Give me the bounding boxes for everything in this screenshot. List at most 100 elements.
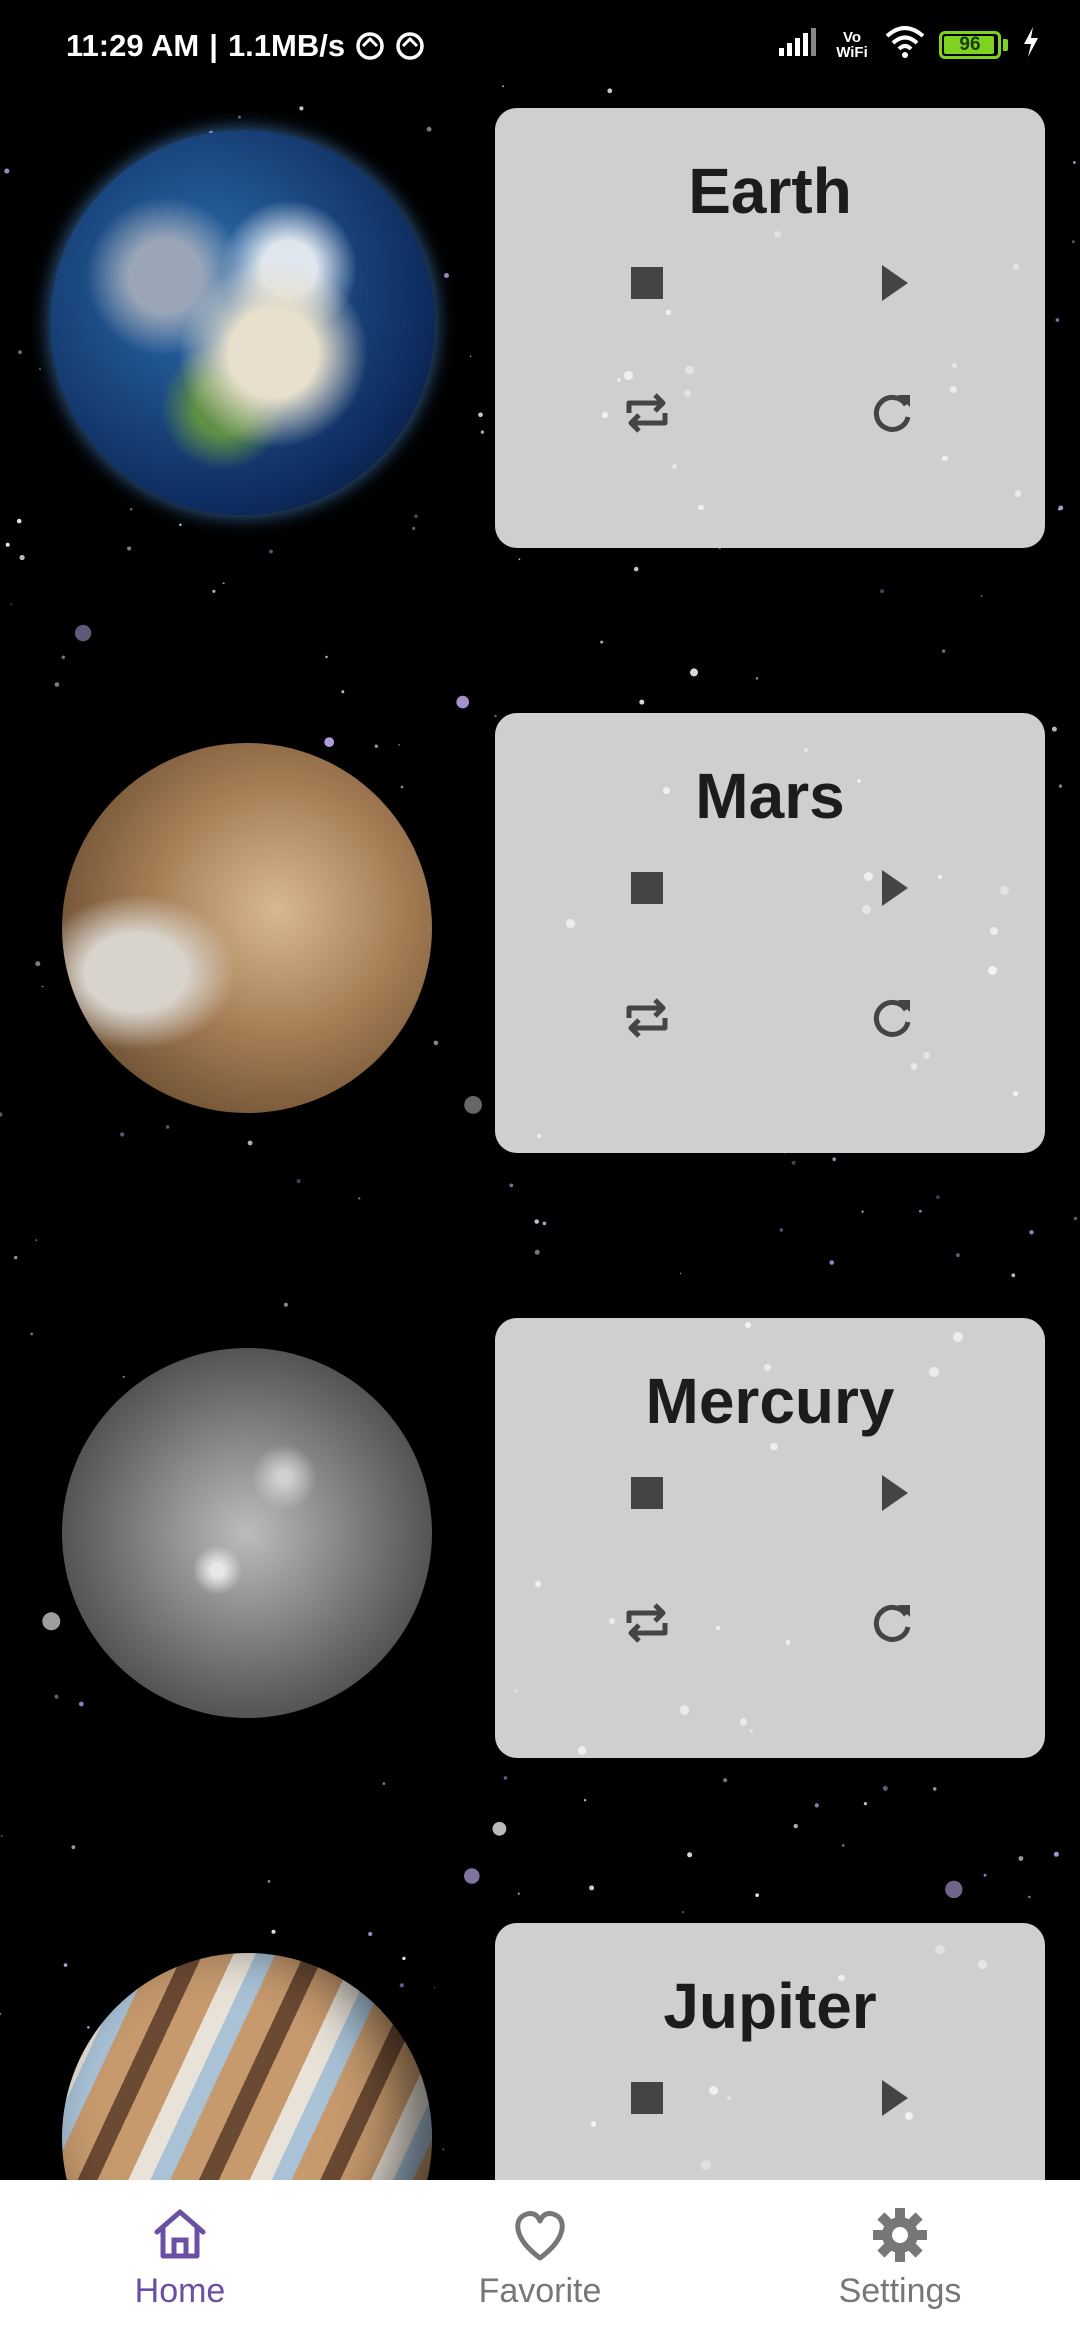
planet-card-earth: Earth [495, 108, 1045, 548]
star [600, 640, 604, 644]
star [583, 1799, 587, 1802]
star [983, 1873, 987, 1877]
star [942, 649, 946, 653]
star [456, 695, 470, 709]
star [882, 1785, 888, 1791]
star [829, 1260, 834, 1265]
play-button[interactable] [852, 848, 932, 928]
planet-image-mercury[interactable] [62, 1348, 432, 1718]
star [956, 1253, 960, 1258]
star [633, 566, 639, 572]
stop-button[interactable] [607, 243, 687, 323]
card-sparkle [937, 874, 942, 879]
card-sparkle [749, 1729, 754, 1733]
star [534, 1249, 540, 1255]
card-sparkle [565, 919, 575, 929]
repeat-button[interactable] [607, 373, 687, 453]
play-button[interactable] [852, 2058, 932, 2138]
play-icon [864, 1465, 920, 1521]
card-sparkle [745, 1322, 751, 1328]
star [35, 1239, 38, 1241]
planet-image-earth[interactable] [50, 130, 435, 515]
stop-button[interactable] [607, 2058, 687, 2138]
star [755, 1893, 759, 1897]
gear-icon [873, 2208, 927, 2262]
star [358, 1197, 361, 1200]
star [863, 1802, 868, 1806]
status-bar: 11:29 AM | 1.1MB/s Vo WiFi 96 [0, 0, 1080, 84]
app-screen: 11:29 AM | 1.1MB/s Vo WiFi 96 Earth Mars… [0, 0, 1080, 2340]
play-icon [864, 2070, 920, 2126]
sync-icon [355, 31, 385, 61]
card-sparkle [774, 231, 781, 238]
sync-icon [395, 31, 425, 61]
repeat-icon [619, 1595, 675, 1651]
star [1011, 1273, 1016, 1278]
star [382, 1782, 386, 1785]
stop-icon [619, 2070, 675, 2126]
card-sparkle [537, 1134, 541, 1138]
card-sparkle [978, 1959, 987, 1969]
star [492, 1821, 507, 1836]
star [212, 589, 216, 593]
star [502, 85, 505, 88]
stop-button[interactable] [607, 1453, 687, 1533]
star [509, 1183, 514, 1188]
star [935, 1195, 940, 1199]
play-icon [864, 255, 920, 311]
star [534, 1219, 539, 1224]
planet-row-earth: Earth [0, 108, 1080, 548]
star [639, 699, 645, 705]
replay-button[interactable] [852, 373, 932, 453]
star [542, 1221, 547, 1226]
planet-image-mars[interactable] [62, 743, 432, 1113]
star [681, 1910, 685, 1914]
star [679, 1272, 682, 1275]
replay-button[interactable] [852, 978, 932, 1058]
nav-home[interactable]: Home [80, 2180, 280, 2340]
play-button[interactable] [852, 243, 932, 323]
play-button[interactable] [852, 1453, 932, 1533]
star [793, 1823, 798, 1829]
star [14, 1255, 18, 1260]
star [755, 677, 759, 680]
card-sparkle [942, 455, 948, 462]
card-sparkle [1013, 1091, 1018, 1096]
nav-home-label: Home [134, 2272, 226, 2310]
card-sparkle [671, 463, 678, 470]
card-sparkle [679, 1705, 689, 1715]
planet-title: Earth [688, 155, 852, 227]
star [503, 1776, 508, 1780]
repeat-button[interactable] [607, 1583, 687, 1663]
stop-icon [619, 860, 675, 916]
star [945, 1880, 963, 1899]
star [687, 1852, 693, 1858]
play-icon [864, 860, 920, 916]
card-sparkle [1012, 264, 1019, 271]
card-sparkle [934, 1944, 945, 1955]
repeat-button[interactable] [607, 978, 687, 1058]
stop-button[interactable] [607, 848, 687, 928]
charging-icon [1022, 27, 1040, 62]
status-left: 11:29 AM | 1.1MB/s [66, 28, 425, 64]
star [723, 1778, 728, 1783]
star [61, 655, 65, 659]
nav-favorite[interactable]: Favorite [440, 2180, 640, 2340]
star [54, 682, 60, 687]
star [589, 1885, 595, 1891]
battery-icon: 96 [939, 30, 1001, 59]
card-sparkle [949, 386, 957, 394]
star [1053, 1851, 1059, 1857]
planet-card-mars: Mars [495, 713, 1045, 1153]
star [0, 1834, 3, 1837]
star [690, 668, 698, 677]
star [880, 589, 885, 594]
star [74, 624, 92, 642]
stop-icon [619, 255, 675, 311]
nav-settings-label: Settings [838, 2272, 962, 2310]
nav-settings[interactable]: Settings [800, 2180, 1000, 2340]
card-sparkle [534, 1580, 542, 1588]
card-sparkle [785, 1640, 791, 1645]
replay-button[interactable] [852, 1583, 932, 1663]
star [267, 1880, 271, 1883]
